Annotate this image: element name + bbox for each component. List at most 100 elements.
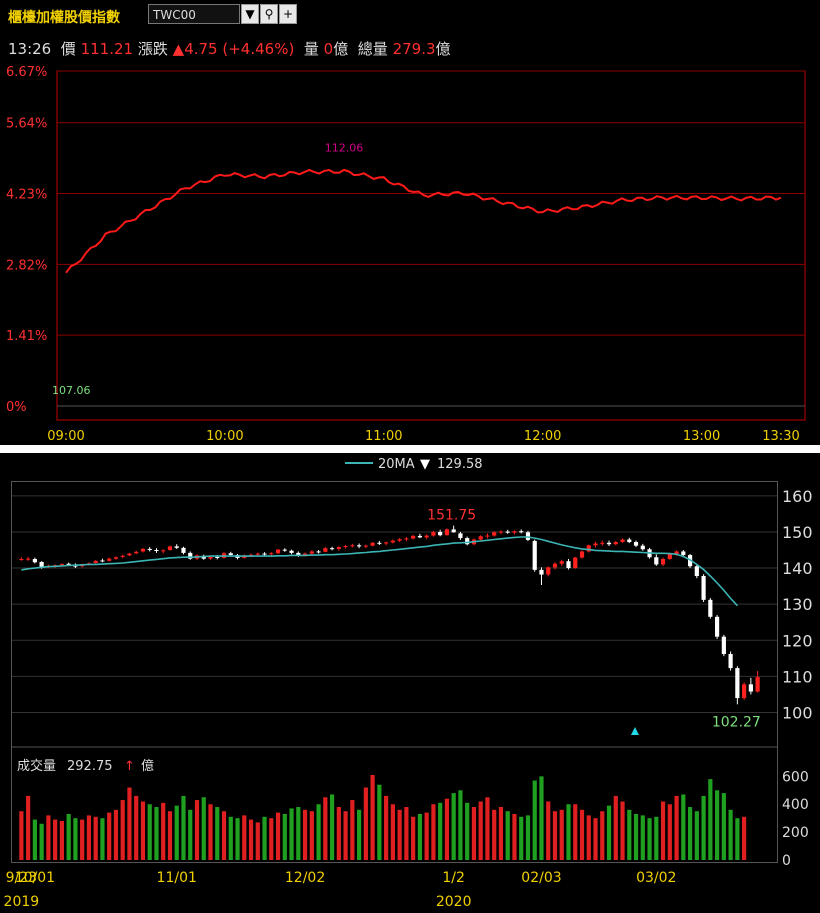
volume-bar — [309, 811, 314, 860]
candle-body — [32, 559, 37, 563]
candle-body — [39, 561, 44, 567]
volume-bar — [465, 802, 470, 860]
volume-bar — [302, 809, 308, 860]
volume-bar — [46, 815, 51, 860]
volume-bar — [721, 793, 726, 860]
candle-body — [370, 542, 375, 546]
candle-body — [532, 540, 537, 570]
candle-body — [390, 540, 395, 543]
volume-bar — [329, 794, 335, 860]
candle-body — [289, 550, 294, 553]
volume-bar — [532, 780, 537, 860]
candle-body — [715, 616, 720, 637]
volume-bar — [519, 816, 524, 860]
volume-bar — [53, 819, 58, 860]
volume-unit-label: 億 — [141, 758, 154, 774]
candle-body — [667, 553, 672, 560]
candle-body — [174, 546, 179, 548]
volume-bar — [735, 818, 740, 860]
candle-body — [559, 561, 564, 564]
candle-body — [681, 551, 686, 556]
candle-body — [140, 548, 146, 552]
candle-body — [654, 557, 659, 565]
volume-bar — [498, 807, 504, 860]
volume-bar — [600, 811, 605, 860]
volume-bar — [485, 797, 490, 860]
volume-bar — [687, 807, 693, 860]
volume-bar — [606, 805, 612, 860]
volume-bar — [201, 797, 206, 860]
volume-bar — [424, 812, 429, 860]
volume-bar — [19, 811, 24, 860]
volume-bar — [134, 795, 139, 860]
candle-body — [640, 545, 645, 550]
volume-bar — [593, 818, 598, 860]
volume-bar — [194, 800, 200, 860]
candle-body — [134, 551, 139, 554]
candle-body — [546, 567, 551, 575]
candle-body — [397, 539, 402, 541]
candle-body — [620, 539, 625, 543]
volume-bar — [107, 812, 112, 860]
candle-body — [451, 529, 456, 533]
candle-body — [417, 535, 422, 538]
volume-bar — [505, 811, 510, 860]
candle-body — [438, 531, 443, 536]
volume-bar — [444, 798, 450, 860]
candle-body — [120, 555, 125, 557]
volume-bar — [674, 795, 679, 860]
candle-body — [377, 542, 382, 544]
volume-bar — [181, 795, 186, 860]
candle-body — [512, 531, 517, 533]
candle-body — [660, 559, 666, 565]
candle-body — [255, 553, 260, 555]
candle-body — [357, 545, 362, 547]
volume-bar — [525, 815, 531, 860]
candle-body — [269, 553, 274, 555]
candle-body — [431, 531, 436, 536]
date-xtick-label: 03/02 — [636, 870, 676, 886]
volume-bar — [715, 790, 720, 860]
volume-up-arrow-icon: ↑ — [124, 759, 135, 774]
volume-bar — [431, 804, 436, 860]
volume-bar — [451, 793, 456, 860]
price-ytick-label: 100 — [782, 704, 813, 723]
volume-bar — [492, 809, 497, 860]
candle-body — [59, 564, 64, 566]
volume-bar — [552, 811, 558, 860]
volume-ytick-label: 400 — [782, 797, 809, 813]
candle-body — [404, 538, 409, 540]
volume-bar — [113, 809, 119, 860]
candle-body — [708, 599, 713, 617]
candle-body — [735, 668, 740, 699]
volume-ytick-label: 200 — [782, 825, 809, 841]
candle-body — [343, 546, 348, 548]
candle-body — [694, 566, 699, 576]
candle-body — [701, 576, 706, 600]
volume-bar — [188, 809, 193, 860]
volume-bar — [708, 779, 713, 860]
volume-bar — [167, 811, 173, 860]
volume-ytick-label: 0 — [782, 853, 791, 869]
candle-body — [755, 677, 760, 692]
candle-body — [208, 556, 213, 559]
candle-body — [579, 551, 585, 558]
volume-bar — [269, 818, 274, 860]
candle-body — [323, 548, 328, 552]
volume-bar — [248, 819, 254, 860]
candle-body — [329, 548, 335, 550]
volume-bar — [154, 807, 159, 860]
ma-legend-value: 129.58 — [437, 457, 483, 472]
volume-title: 成交量 — [17, 758, 56, 774]
candle-body — [363, 545, 368, 547]
candle-body — [606, 542, 612, 545]
candle-body — [350, 545, 355, 547]
volume-bar — [316, 804, 321, 860]
volume-bar — [478, 801, 483, 860]
volume-bar — [235, 818, 240, 860]
candle-body — [411, 535, 416, 539]
candle-body — [458, 533, 463, 539]
candle-body — [492, 532, 497, 536]
candle-body — [228, 553, 233, 556]
volume-bar — [404, 807, 409, 860]
